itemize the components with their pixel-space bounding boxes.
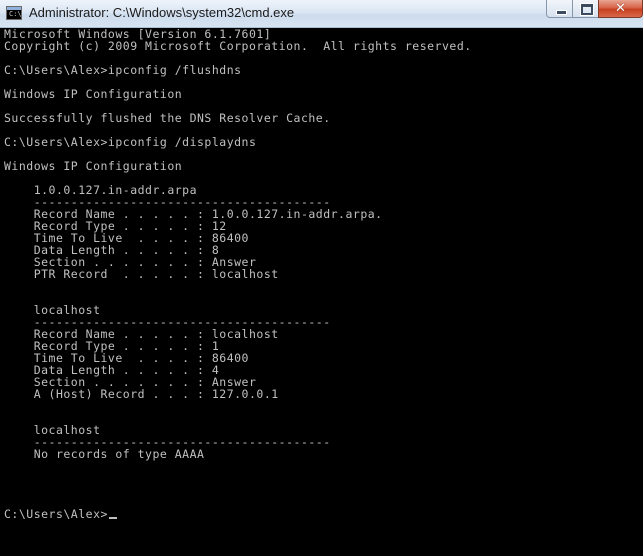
console-line: Successfully flushed the DNS Resolver Ca… [4, 111, 331, 125]
console-line: C:\Users\Alex>ipconfig /displaydns [4, 135, 257, 149]
console-line: C:\Users\Alex>ipconfig /flushdns [4, 63, 242, 77]
console-lines: Microsoft Windows [Version 6.1.7601] Copy… [4, 28, 643, 508]
minimize-icon [547, 0, 572, 17]
close-icon: ✕ [615, 1, 626, 16]
console-line: PTR Record . . . . . : localhost [4, 267, 279, 281]
minimize-button[interactable] [546, 0, 573, 18]
console-output[interactable]: Microsoft Windows [Version 6.1.7601] Copy… [0, 28, 643, 556]
console-line: No records of type AAAA [4, 447, 205, 461]
console-line: Windows IP Configuration [4, 87, 183, 101]
console-line: Copyright (c) 2009 Microsoft Corporation… [4, 39, 472, 53]
console-prompt: C:\Users\Alex> [4, 507, 108, 521]
console-line: Windows IP Configuration [4, 159, 183, 173]
title-bar[interactable]: C:\ Administrator: C:\Windows\system32\c… [0, 0, 643, 28]
text-cursor [108, 517, 117, 519]
maximize-icon [573, 0, 598, 17]
window-controls: ✕ [546, 0, 643, 20]
close-button[interactable]: ✕ [598, 0, 643, 18]
cmd-window: C:\ Administrator: C:\Windows\system32\c… [0, 0, 643, 556]
console-prompt-line[interactable]: C:\Users\Alex> [4, 508, 643, 520]
maximize-button[interactable] [572, 0, 599, 18]
cmd-icon[interactable]: C:\ [6, 6, 22, 20]
console-line: A (Host) Record . . . : 127.0.0.1 [4, 387, 279, 401]
window-title: Administrator: C:\Windows\system32\cmd.e… [29, 5, 295, 20]
